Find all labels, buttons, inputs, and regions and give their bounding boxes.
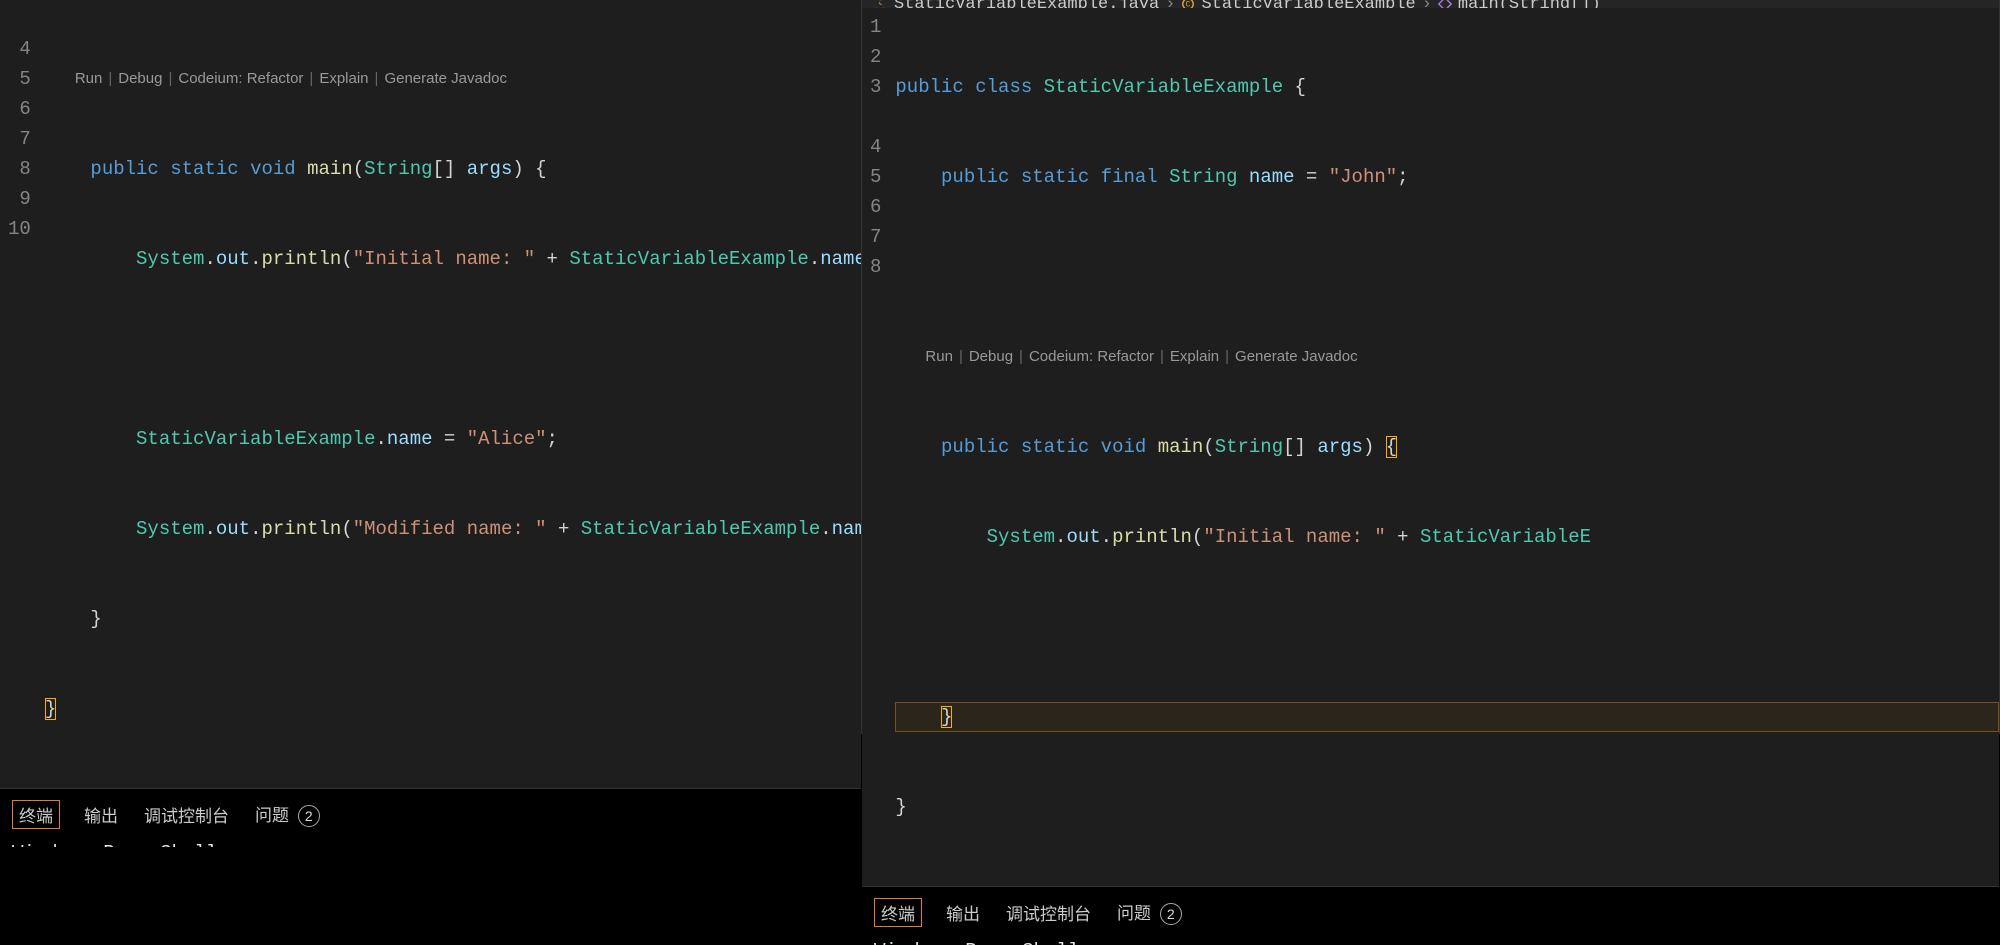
codelens: Run| Debug| Codeium: Refactor| Explain| … [45,64,861,94]
problems-count-badge: 2 [1160,903,1182,925]
terminal-output[interactable]: Windows PowerShell 版权所有（C） Microsoft Cor… [862,937,1999,945]
code-line[interactable] [895,612,1999,642]
code-line[interactable]: } [895,792,1999,822]
tab-problems[interactable]: 问题 2 [1115,897,1184,927]
code-line[interactable]: StaticVariableExample.name = "Alice"; [45,424,861,454]
problems-count-badge: 2 [298,805,320,827]
right-code-editor[interactable]: 1 2 3 4 5 6 7 8 public class StaticVaria… [862,8,1999,886]
tab-debug-console[interactable]: 调试控制台 [142,800,231,829]
svg-text:C: C [1186,1,1191,8]
breadcrumb-class[interactable]: StaticVariableExample [1201,0,1415,8]
method-icon [1438,0,1452,8]
tab-problems[interactable]: 问题 2 [253,799,322,829]
left-panel: 终端 输出 调试控制台 问题 2 Windows PowerShell 版权所有… [0,788,861,795]
panel-tabs: 终端 输出 调试控制台 问题 2 [862,893,1999,937]
code-line[interactable]: System.out.println("Initial name: " + St… [45,244,861,274]
chevron-right-icon: › [1165,0,1175,8]
codelens-debug[interactable]: Debug [118,64,162,94]
tab-terminal[interactable]: 终端 [12,800,60,829]
code-line[interactable]: System.out.println("Initial name: " + St… [895,522,1999,552]
left-code-editor[interactable]: 4 5 6 7 8 9 10 Run| Debug| Codeium: Refa… [0,0,861,788]
code-line-active[interactable]: } [895,702,1999,732]
right-code-body[interactable]: public class StaticVariableExample { pub… [895,8,1999,886]
code-line[interactable]: public static final String name = "John"… [895,162,1999,192]
breadcrumb[interactable]: StaticVariableExample.java › C StaticVar… [862,0,1999,8]
tab-output[interactable]: 输出 [944,898,982,927]
codelens-run[interactable]: Run [75,64,103,94]
tab-debug-console[interactable]: 调试控制台 [1004,898,1093,927]
right-gutter: 1 2 3 4 5 6 7 8 [862,8,895,886]
code-line[interactable]: } [45,604,861,634]
codelens-refactor[interactable]: Codeium: Refactor [1029,342,1154,372]
right-editor-pane: StaticVariableExample.java › C StaticVar… [862,0,2000,734]
chevron-right-icon: › [1422,0,1432,8]
codelens-javadoc[interactable]: Generate Javadoc [384,64,507,94]
breadcrumb-method[interactable]: main(String[]) [1458,0,1601,8]
left-gutter: 4 5 6 7 8 9 10 [0,0,45,788]
code-line[interactable] [45,334,861,364]
codelens-run[interactable]: Run [925,342,953,372]
right-panel: 终端 输出 调试控制台 问题 2 Windows PowerShell 版权所有… [862,886,1999,893]
codelens-explain[interactable]: Explain [1170,342,1219,372]
codelens-javadoc[interactable]: Generate Javadoc [1235,342,1358,372]
left-code-body[interactable]: Run| Debug| Codeium: Refactor| Explain| … [45,0,861,788]
code-line[interactable]: System.out.println("Modified name: " + S… [45,514,861,544]
codelens-explain[interactable]: Explain [319,64,368,94]
left-editor-pane: 4 5 6 7 8 9 10 Run| Debug| Codeium: Refa… [0,0,862,734]
code-line[interactable]: } [45,694,861,724]
code-line[interactable] [895,252,1999,282]
tab-terminal[interactable]: 终端 [874,898,922,927]
codelens-refactor[interactable]: Codeium: Refactor [178,64,303,94]
terminal-output[interactable]: Windows PowerShell 版权所有（C） Microsoft Cor… [0,839,861,847]
codelens-debug[interactable]: Debug [969,342,1013,372]
class-icon: C [1181,0,1195,8]
code-line[interactable]: public class StaticVariableExample { [895,72,1999,102]
panel-tabs: 终端 输出 调试控制台 问题 2 [0,795,861,839]
tab-output[interactable]: 输出 [82,800,120,829]
codelens: Run| Debug| Codeium: Refactor| Explain| … [895,342,1999,372]
code-line[interactable]: public static void main(String[] args) { [45,154,861,184]
breadcrumb-file[interactable]: StaticVariableExample.java [894,0,1159,8]
java-file-icon [872,0,888,8]
code-line[interactable]: public static void main(String[] args) { [895,432,1999,462]
